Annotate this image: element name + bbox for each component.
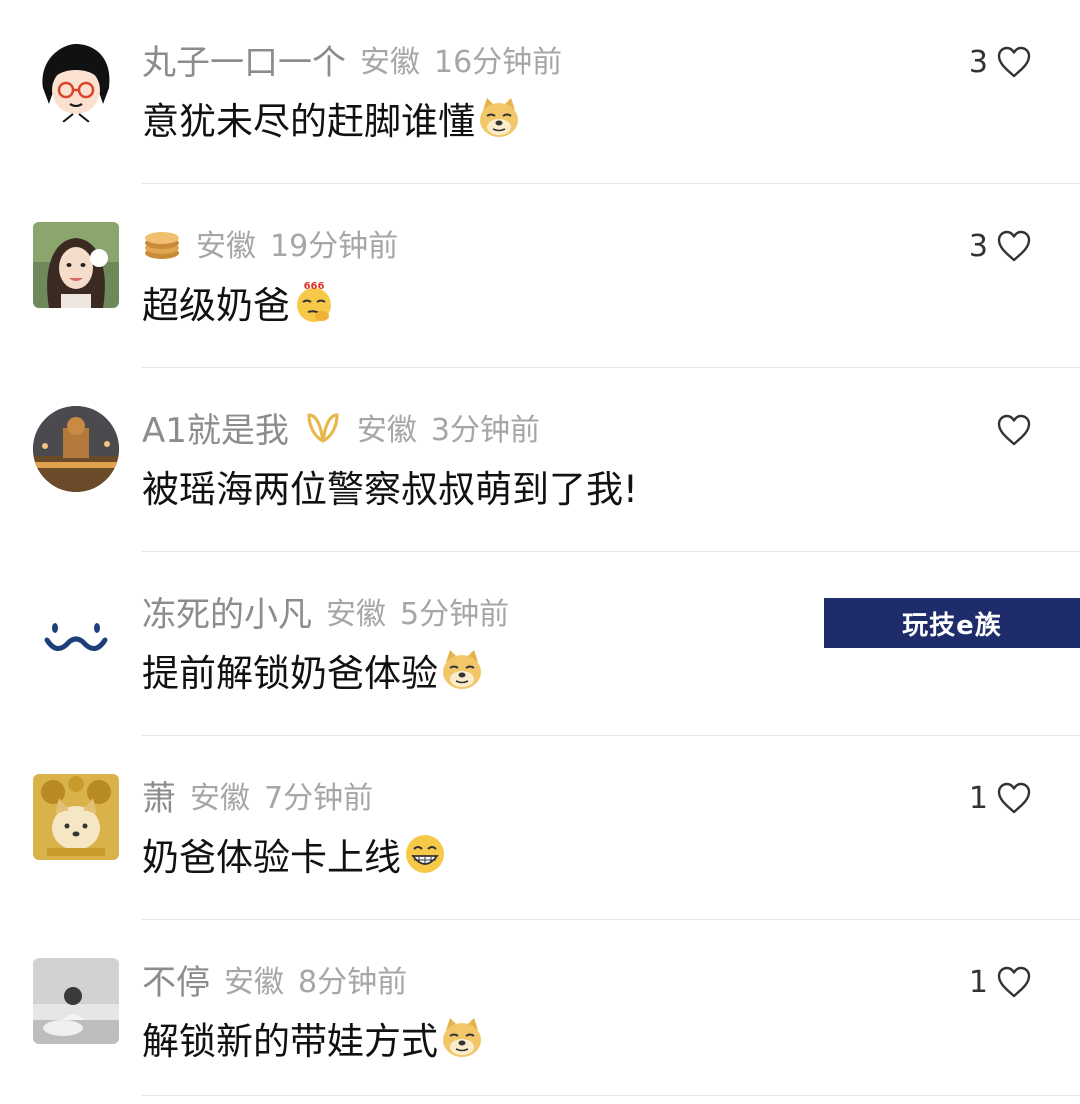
like-count: 3 (968, 228, 988, 264)
golden-ribbon-badge-icon (303, 407, 343, 447)
avatar[interactable] (33, 774, 119, 860)
comment-text: 被瑶海两位警察叔叔萌到了我! (142, 458, 638, 514)
username[interactable]: 冻死的小凡 (142, 587, 312, 636)
comment-item: 萧 安徽 7分钟前 奶爸体验卡上线 1 (0, 736, 1080, 920)
comment-text-content: 解锁新的带娃方式 (142, 1020, 438, 1063)
avatar[interactable] (33, 222, 119, 308)
svg-text:666: 666 (304, 281, 325, 292)
doge-icon (440, 648, 484, 692)
region-label: 安徽 (326, 597, 386, 632)
666-thinking-emoji-icon: 666 (292, 280, 336, 324)
comment-text-content: 被瑶海两位警察叔叔萌到了我! (142, 468, 638, 511)
like-button[interactable]: 3 (969, 226, 1032, 266)
username[interactable]: 萧 (142, 771, 176, 820)
comment-text-content: 意犹未尽的赶脚谁懂 (142, 100, 475, 143)
comment-text: 超级奶爸 666 (142, 274, 336, 330)
timestamp: 5分钟前 (400, 597, 510, 632)
like-button[interactable] (988, 410, 1032, 450)
heart-icon[interactable] (996, 229, 1032, 263)
comment-text-content: 提前解锁奶爸体验 (142, 652, 438, 695)
timestamp: 16分钟前 (434, 45, 563, 80)
heart-icon[interactable] (996, 413, 1032, 447)
comment-item: 安徽 19分钟前 超级奶爸 666 3 (0, 184, 1080, 368)
comment-text: 提前解锁奶爸体验 (142, 642, 484, 698)
comment-item: A1就是我 安徽 3分钟前 被瑶海两位警察叔叔萌到了我! (0, 368, 1080, 552)
like-count: 1 (968, 780, 988, 816)
avatar[interactable] (33, 38, 119, 124)
region-label: 安徽 (356, 413, 417, 448)
comment-item: 不停 安徽 8分钟前 解锁新的带娃方式 1 (0, 920, 1080, 1104)
avatar[interactable] (33, 958, 119, 1044)
username[interactable]: A1就是我 (142, 403, 289, 452)
region-label: 安徽 (190, 781, 250, 816)
avatar[interactable] (33, 590, 119, 676)
timestamp: 7分钟前 (264, 781, 374, 816)
timestamp: 19分钟前 (270, 229, 399, 264)
avatar[interactable] (33, 406, 119, 492)
like-button[interactable]: 1 (969, 778, 1032, 818)
username[interactable]: 丸子一口一个 (142, 35, 346, 84)
timestamp: 8分钟前 (298, 965, 408, 1000)
like-count: 1 (968, 964, 988, 1000)
username[interactable]: 不停 (142, 955, 210, 1004)
like-count: 3 (968, 44, 988, 80)
comment-text: 奶爸体验卡上线 (142, 826, 447, 882)
doge-icon (477, 96, 521, 140)
comment-text-content: 奶爸体验卡上线 (142, 836, 401, 879)
comment-item: 丸子一口一个 安徽 16分钟前 意犹未尽的赶脚谁懂 3 (0, 0, 1080, 184)
heart-icon[interactable] (996, 781, 1032, 815)
timestamp: 3分钟前 (430, 413, 540, 448)
region-label: 安徽 (224, 965, 284, 1000)
watermark-banner: 玩技e族 (824, 598, 1080, 648)
heart-icon[interactable] (996, 45, 1032, 79)
divider (142, 1095, 1080, 1096)
region-label: 安徽 (360, 45, 420, 80)
doge-icon (440, 1016, 484, 1060)
watermark-text: 玩技e族 (902, 610, 1002, 641)
heart-icon[interactable] (996, 965, 1032, 999)
like-button[interactable]: 1 (969, 962, 1032, 1002)
region-label: 安徽 (196, 229, 256, 264)
comment-text: 解锁新的带娃方式 (142, 1010, 484, 1066)
comment-text-content: 超级奶爸 (142, 284, 290, 327)
comment-text: 意犹未尽的赶脚谁懂 (142, 90, 521, 146)
pancake-badge-icon (142, 223, 182, 263)
like-button[interactable]: 3 (969, 42, 1032, 82)
grin-emoji-icon (403, 832, 447, 876)
